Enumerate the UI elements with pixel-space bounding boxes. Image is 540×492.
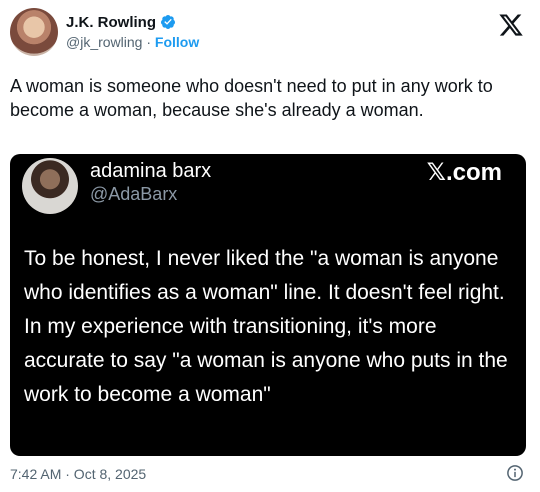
quote-text: To be honest, I never liked the "a woman… [24,247,508,406]
handle-row: @jk_rowling · Follow [66,34,199,52]
info-icon[interactable] [506,464,524,482]
author-display-name[interactable]: J.K. Rowling [66,14,156,31]
handle-separator: · [142,34,155,50]
name-row: J.K. Rowling [66,12,199,32]
verified-badge-icon [160,15,175,29]
follow-button[interactable]: Follow [155,34,199,50]
author-avatar[interactable] [10,8,58,56]
quote-author-avatar [22,158,78,214]
author-info: J.K. Rowling @jk_rowling · Follow [66,12,199,52]
quote-author-name: adamina barx [90,160,212,182]
tweet-timestamp[interactable]: 7:42 AM · Oct 8, 2025 [10,466,146,482]
quote-brand-label: 𝕏.com [426,159,502,186]
quote-author-handle: @AdaBarx [90,184,178,204]
author-handle[interactable]: @jk_rowling [66,34,142,50]
tweet-header: J.K. Rowling @jk_rowling · Follow [10,8,530,60]
x-logo-icon[interactable] [498,12,524,38]
tweet-text: A woman is someone who doesn't need to p… [10,76,493,120]
quoted-post-image[interactable]: adamina barx @AdaBarx 𝕏.com To be honest… [10,154,526,456]
